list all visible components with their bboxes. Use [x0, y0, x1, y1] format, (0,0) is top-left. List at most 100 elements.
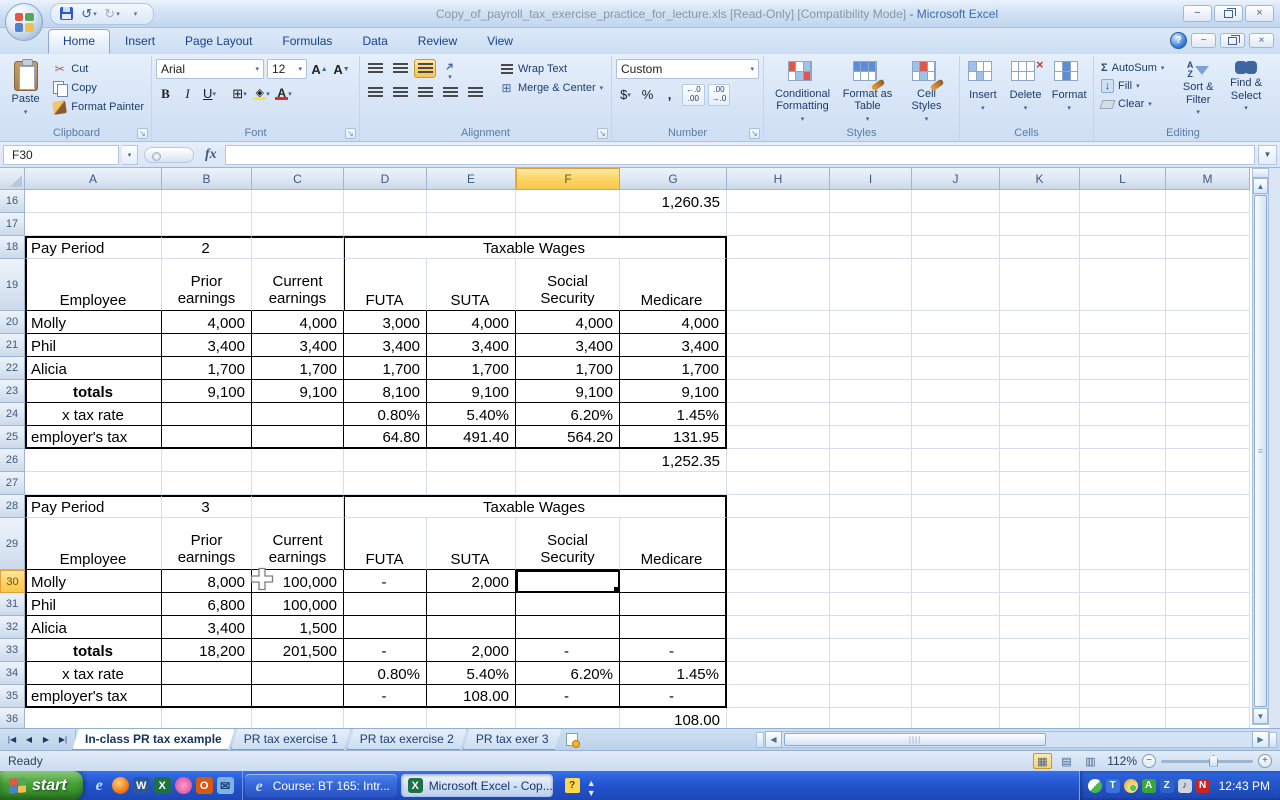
cell-C25[interactable]	[252, 426, 344, 449]
cell-F17[interactable]	[516, 213, 620, 236]
increase-indent-button[interactable]	[464, 83, 486, 102]
scroll-down-button[interactable]: ▼	[1253, 708, 1268, 724]
decrease-decimal-button[interactable]: .00→.0	[708, 84, 731, 106]
taskbar-button-browser[interactable]: e Course: BT 165: Intr...	[245, 774, 397, 797]
cell-F32[interactable]	[516, 616, 620, 639]
cell-K35[interactable]	[1000, 685, 1080, 708]
cell-B32[interactable]: 3,400	[162, 616, 252, 639]
cell-L17[interactable]	[1080, 213, 1166, 236]
formula-input[interactable]	[225, 145, 1255, 165]
accounting-format-button[interactable]: $▾	[616, 85, 635, 104]
increase-decimal-button[interactable]: ←.0.00	[682, 84, 705, 106]
row-header-36[interactable]: 36	[0, 708, 25, 728]
cell-G19[interactable]: Medicare	[620, 259, 727, 311]
grow-font-button[interactable]: A▲	[310, 60, 329, 79]
column-header-E[interactable]: E	[427, 168, 516, 190]
cell-H25[interactable]	[727, 426, 830, 449]
ribbon-tab-home[interactable]: Home	[48, 29, 110, 54]
align-bottom-button[interactable]	[414, 59, 436, 78]
cell-D30[interactable]: -	[344, 570, 427, 593]
cell-H23[interactable]	[727, 380, 830, 403]
column-header-D[interactable]: D	[344, 168, 427, 190]
cell-F19[interactable]: Social Security	[516, 259, 620, 311]
cell-C31[interactable]: 100,000	[252, 593, 344, 616]
last-sheet-button[interactable]: ▶|	[55, 732, 71, 748]
cell-L24[interactable]	[1080, 403, 1166, 426]
cell-C18[interactable]	[252, 236, 344, 259]
select-all-corner[interactable]	[0, 168, 25, 190]
font-name-combo[interactable]: Arial▾	[156, 59, 264, 79]
cell-K22[interactable]	[1000, 357, 1080, 380]
cell-B35[interactable]	[162, 685, 252, 708]
cell-H22[interactable]	[727, 357, 830, 380]
cell-H21[interactable]	[727, 334, 830, 357]
cell-F25[interactable]: 564.20	[516, 426, 620, 449]
cell-G22[interactable]: 1,700	[620, 357, 727, 380]
first-sheet-button[interactable]: |◀	[4, 732, 20, 748]
cell-M26[interactable]	[1166, 449, 1250, 472]
insert-cells-caret-icon[interactable]: ▾	[981, 104, 985, 112]
row-header-35[interactable]: 35	[0, 685, 25, 708]
row-header-22[interactable]: 22	[0, 357, 25, 380]
cell-L20[interactable]	[1080, 311, 1166, 334]
cell-C17[interactable]	[252, 213, 344, 236]
word-icon[interactable]: W	[133, 777, 150, 794]
zoom-level[interactable]: 112%	[1105, 754, 1137, 768]
workbook-restore-button[interactable]	[1220, 33, 1245, 48]
cell-J20[interactable]	[912, 311, 1000, 334]
tools-icon[interactable]: T	[1106, 779, 1120, 793]
cell-F26[interactable]	[516, 449, 620, 472]
conditional-formatting-button[interactable]: Conditional Formatting ▾	[771, 59, 835, 125]
row-header-32[interactable]: 32	[0, 616, 25, 639]
name-box[interactable]: F30	[3, 145, 119, 165]
cell-H26[interactable]	[727, 449, 830, 472]
format-as-table-caret-icon[interactable]: ▾	[866, 115, 870, 123]
row-header-34[interactable]: 34	[0, 662, 25, 685]
cell-A20[interactable]: Molly	[25, 311, 162, 334]
cut-button[interactable]: ✂Cut	[49, 61, 147, 77]
firefox-icon[interactable]	[112, 777, 129, 794]
cell-F21[interactable]: 3,400	[516, 334, 620, 357]
office-help-icon[interactable]: ?	[565, 778, 580, 793]
cell-B36[interactable]	[162, 708, 252, 728]
cell-E26[interactable]	[427, 449, 516, 472]
cell-I32[interactable]	[830, 616, 912, 639]
cell-E16[interactable]	[427, 190, 516, 213]
cell-H36[interactable]	[727, 708, 830, 728]
column-header-I[interactable]: I	[830, 168, 912, 190]
row-header-24[interactable]: 24	[0, 403, 25, 426]
number-dialog-launcher[interactable]: ↘	[749, 128, 760, 139]
start-button[interactable]: start	[0, 771, 83, 800]
cell-A17[interactable]	[25, 213, 162, 236]
cell-D21[interactable]: 3,400	[344, 334, 427, 357]
cell-M30[interactable]	[1166, 570, 1250, 593]
cell-E20[interactable]: 4,000	[427, 311, 516, 334]
row-header-17[interactable]: 17	[0, 213, 25, 236]
mail-icon[interactable]: ✉	[217, 777, 234, 794]
insert-function-button[interactable]: fx	[200, 147, 222, 163]
row-header-30[interactable]: 30	[0, 570, 25, 593]
cell-A22[interactable]: Alicia	[25, 357, 162, 380]
cell-J34[interactable]	[912, 662, 1000, 685]
cell-B16[interactable]	[162, 190, 252, 213]
cell-E35[interactable]: 108.00	[427, 685, 516, 708]
cell-D18[interactable]: Taxable Wages	[344, 236, 727, 259]
column-header-B[interactable]: B	[162, 168, 252, 190]
cell-H32[interactable]	[727, 616, 830, 639]
cell-J33[interactable]	[912, 639, 1000, 662]
undo-caret-icon[interactable]: ▾	[93, 10, 97, 18]
cell-D28[interactable]: Taxable Wages	[344, 495, 727, 518]
row-header-21[interactable]: 21	[0, 334, 25, 357]
conditional-formatting-caret-icon[interactable]: ▾	[801, 115, 805, 123]
cell-B33[interactable]: 18,200	[162, 639, 252, 662]
cell-C27[interactable]	[252, 472, 344, 495]
cell-L22[interactable]	[1080, 357, 1166, 380]
cell-G35[interactable]: -	[620, 685, 727, 708]
cell-F30[interactable]	[516, 570, 620, 593]
cell-G36[interactable]: 108.00	[620, 708, 727, 728]
clear-caret-icon[interactable]: ▾	[1148, 100, 1152, 108]
cell-H34[interactable]	[727, 662, 830, 685]
underline-button[interactable]: U▾	[200, 84, 219, 103]
cell-I23[interactable]	[830, 380, 912, 403]
cell-D26[interactable]	[344, 449, 427, 472]
